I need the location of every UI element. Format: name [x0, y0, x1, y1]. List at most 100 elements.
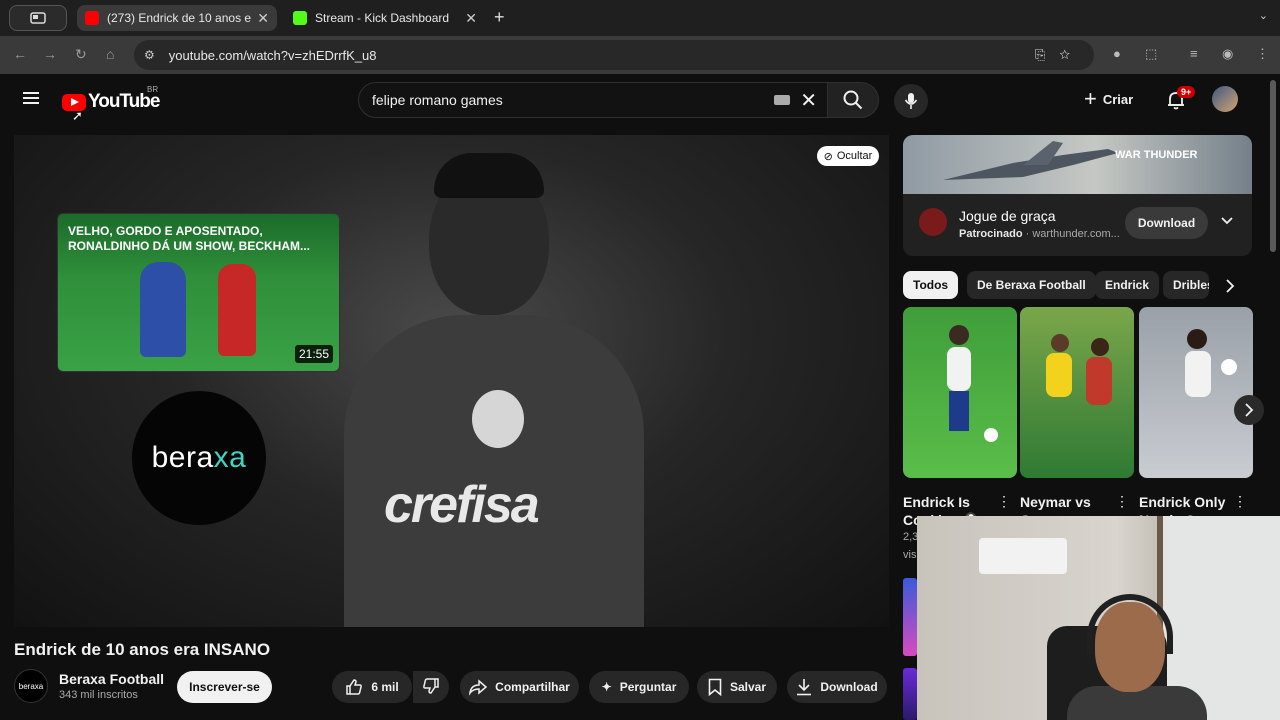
- chip-channel[interactable]: De Beraxa Football: [967, 271, 1096, 299]
- account-avatar[interactable]: [1212, 86, 1238, 112]
- chevron-down-icon[interactable]: [1221, 212, 1233, 230]
- short-thumbnail[interactable]: [903, 307, 1017, 478]
- thumbs-down-icon: [422, 677, 440, 698]
- browser-menu-icon[interactable]: ⋮: [1256, 46, 1269, 62]
- tab-group-icon: [30, 12, 46, 24]
- create-button[interactable]: + Criar: [1084, 86, 1133, 112]
- save-button[interactable]: Salvar: [697, 671, 777, 703]
- logo-text: YouTube: [88, 91, 160, 112]
- install-app-icon[interactable]: ⎘: [1035, 47, 1059, 62]
- more-options-icon[interactable]: ⋮: [1233, 493, 1247, 510]
- profile-icon[interactable]: ◉: [1222, 46, 1233, 62]
- video-title: Endrick de 10 anos era INSANO: [14, 640, 271, 659]
- tab-title: Stream - Kick Dashboard: [315, 11, 450, 25]
- chip-dribbles[interactable]: Dribles: [1163, 271, 1209, 299]
- close-tab-icon[interactable]: ✕: [257, 10, 269, 27]
- reload-icon[interactable]: ↻: [75, 46, 87, 63]
- create-label: Criar: [1102, 91, 1134, 107]
- club-crest: [472, 390, 524, 448]
- short-views-partial-2: vis: [903, 549, 917, 561]
- url-text: youtube.com/watch?v=zhEDrrfK_u8: [168, 47, 377, 63]
- channel-name[interactable]: Beraxa Football: [59, 671, 164, 687]
- chips-next-icon[interactable]: [1225, 279, 1235, 298]
- menu-icon[interactable]: [23, 92, 39, 104]
- ad-download-button[interactable]: Download: [1125, 207, 1208, 239]
- browser-tab-bar: (273) Endrick de 10 anos era ✕ Stream - …: [0, 0, 1280, 36]
- channel-avatar[interactable]: beraxa: [14, 669, 48, 703]
- reading-list-icon[interactable]: ≡: [1190, 46, 1198, 61]
- short-thumbnail[interactable]: [1139, 307, 1253, 478]
- subscribe-button[interactable]: Inscrever-se: [177, 671, 272, 703]
- jet-illustration-icon: [943, 141, 1118, 180]
- related-video-thumbnail-partial[interactable]: [903, 668, 917, 720]
- clear-search-icon[interactable]: ✕: [800, 88, 817, 113]
- ad-title: Jogue de graça: [959, 208, 1056, 224]
- short-thumbnail[interactable]: [1020, 307, 1134, 478]
- related-video-thumbnail-partial[interactable]: [903, 578, 917, 656]
- bookmark-star-icon[interactable]: ☆: [1059, 47, 1084, 62]
- bookmark-icon: [708, 678, 722, 696]
- tab-kick[interactable]: Stream - Kick Dashboard ✕: [285, 5, 485, 31]
- hide-label: Ocultar: [836, 150, 873, 162]
- short-meta-partial: 2,3 vis: [903, 528, 918, 564]
- video-frame-player-figure: crefisa: [344, 145, 644, 627]
- search-query: felipe romano games: [372, 92, 503, 108]
- new-tab-icon[interactable]: +: [494, 7, 505, 28]
- eye-off-icon: ⊘: [823, 150, 833, 163]
- microphone-icon: [904, 93, 918, 109]
- search-input[interactable]: felipe romano games ✕: [358, 82, 828, 118]
- end-card-duration: 21:55: [294, 345, 333, 363]
- hide-end-cards-button[interactable]: ⊘ Ocultar: [817, 146, 879, 166]
- dislike-button[interactable]: [413, 671, 449, 703]
- logo-text-main: bera: [151, 441, 214, 474]
- sparkle-icon: ✦: [601, 680, 612, 694]
- share-button[interactable]: Compartilhar: [460, 671, 579, 703]
- chip-endrick[interactable]: Endrick: [1095, 271, 1160, 299]
- extension-record-icon[interactable]: ●: [1113, 46, 1121, 61]
- thumbs-up-icon: [345, 678, 363, 696]
- page-scrollbar[interactable]: [1270, 80, 1276, 252]
- download-button[interactable]: Download: [787, 671, 887, 703]
- like-button[interactable]: 6 mil: [332, 671, 412, 703]
- youtube-favicon-icon: [85, 11, 99, 25]
- keyboard-icon[interactable]: [774, 95, 791, 105]
- close-tab-icon[interactable]: ✕: [465, 10, 477, 27]
- end-screen-channel-logo[interactable]: bera xa: [132, 391, 266, 525]
- like-count: 6 mil: [371, 680, 399, 694]
- tab-youtube[interactable]: (273) Endrick de 10 anos era ✕: [77, 5, 277, 31]
- plus-icon: +: [1084, 86, 1097, 111]
- voice-search-button[interactable]: [894, 84, 928, 118]
- short-views-partial: 2,3: [903, 531, 919, 543]
- more-options-icon[interactable]: ⋮: [997, 493, 1011, 510]
- ad-banner-image[interactable]: WAR THUNDER: [903, 135, 1252, 194]
- share-icon: [469, 678, 488, 696]
- more-options-icon[interactable]: ⋮: [1115, 493, 1129, 510]
- chip-all[interactable]: Todos: [903, 271, 959, 299]
- webcam-overlay: [917, 516, 1280, 720]
- video-player[interactable]: crefisa: [14, 135, 889, 627]
- search-icon: [843, 90, 863, 110]
- forward-icon[interactable]: →: [43, 46, 57, 62]
- notification-badge: 9+: [1177, 86, 1196, 98]
- ask-button[interactable]: ✦ Perguntar: [589, 671, 689, 703]
- address-bar[interactable]: ⚙ youtube.com/watch?v=zhEDrrfK_u8 ⎘☆: [134, 40, 1094, 70]
- youtube-header: YouTube BR ➚ felipe romano games ✕ + Cri…: [0, 74, 1280, 128]
- kick-favicon-icon: [293, 11, 307, 25]
- end-screen-video-card[interactable]: VELHO, GORDO E APOSENTADO, RONALDINHO DÁ…: [57, 213, 340, 372]
- search-button[interactable]: [827, 82, 879, 118]
- ad-card[interactable]: Jogue de graça Patrocinado · warthunder.…: [903, 194, 1252, 256]
- download-icon: [796, 678, 812, 696]
- tab-title: (273) Endrick de 10 anos era: [107, 11, 252, 25]
- tab-group-button[interactable]: [9, 5, 67, 31]
- sponsored-label: Patrocinado: [959, 228, 1023, 240]
- ad-brand-text: WAR THUNDER: [1115, 149, 1198, 161]
- extensions-icon[interactable]: ⬚: [1145, 46, 1157, 62]
- back-icon[interactable]: ←: [13, 46, 27, 62]
- notifications-button[interactable]: 9+: [1166, 86, 1196, 115]
- shorts-next-button[interactable]: [1234, 395, 1264, 425]
- home-icon[interactable]: ⌂: [106, 46, 114, 62]
- tab-search-icon[interactable]: ⌄: [1259, 9, 1268, 22]
- air-conditioner: [979, 538, 1067, 574]
- ad-logo: [919, 208, 947, 236]
- site-info-icon[interactable]: ⚙: [144, 48, 155, 62]
